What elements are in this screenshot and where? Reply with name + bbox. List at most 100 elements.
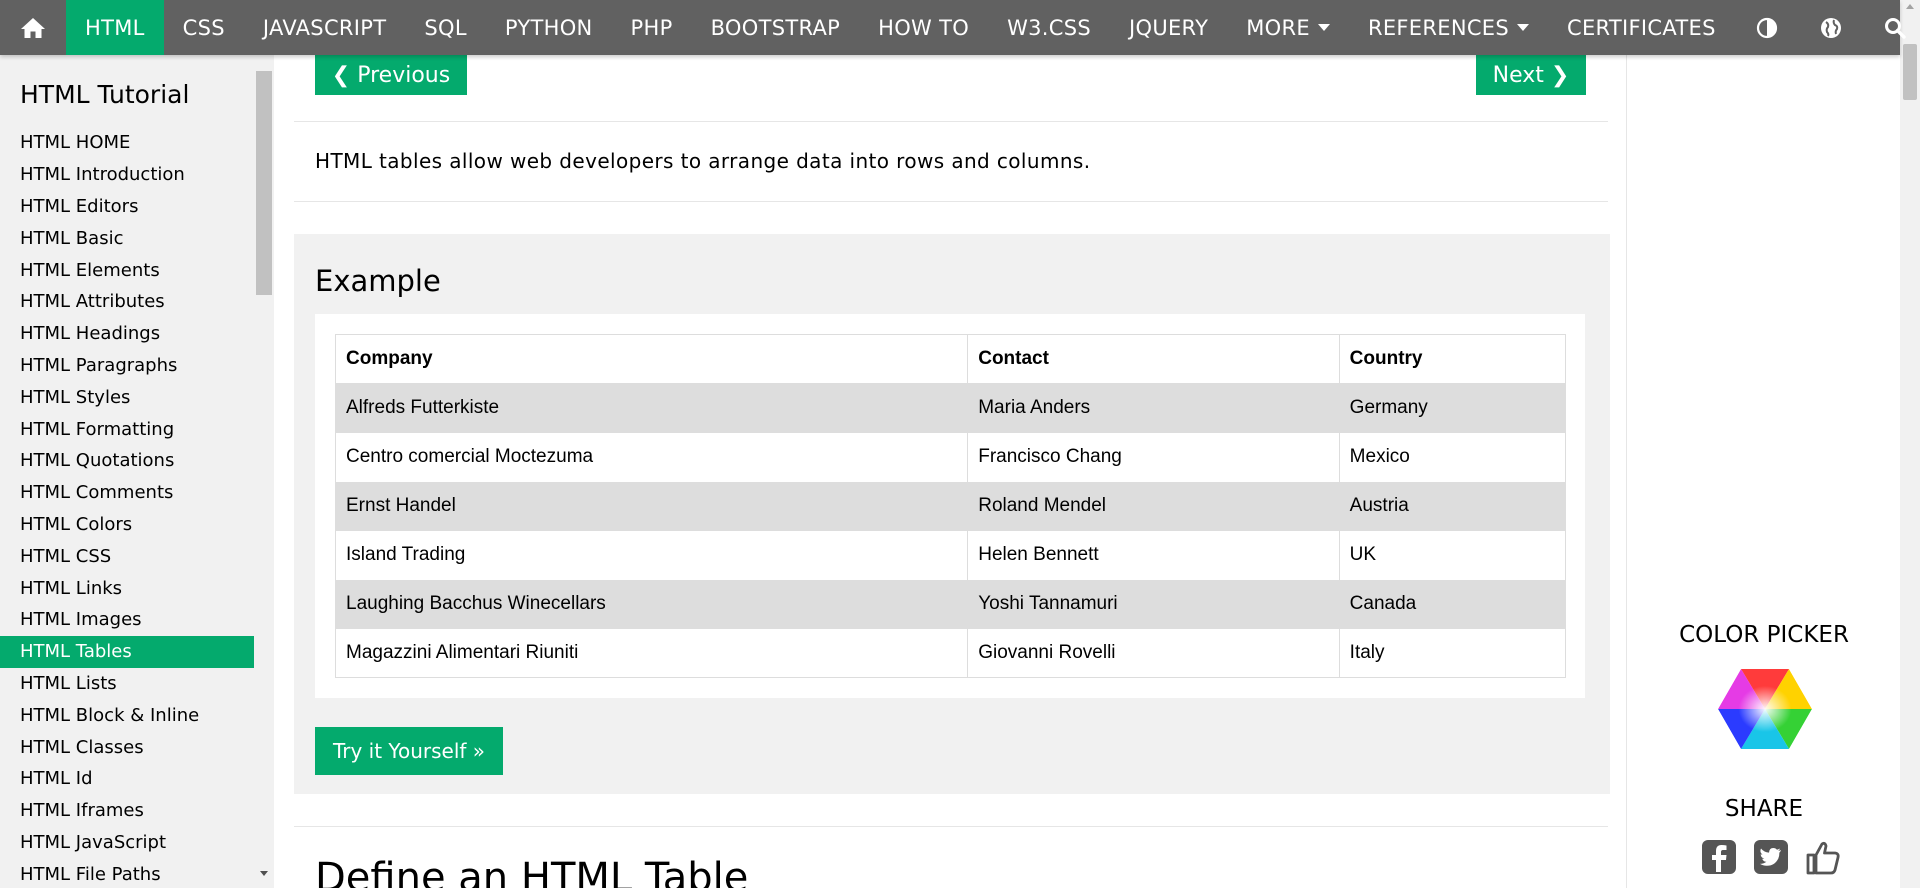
- sidebar-item-html-lists[interactable]: HTML Lists: [0, 668, 254, 700]
- nav-certificates[interactable]: CERTIFICATES: [1548, 0, 1735, 55]
- sidebar-item-html-tables[interactable]: HTML Tables: [0, 635, 254, 668]
- sidebar-item-html-elements[interactable]: HTML Elements: [0, 254, 254, 286]
- sidebar-item-html-block-inline[interactable]: HTML Block & Inline: [0, 699, 254, 731]
- table-cell: Francisco Chang: [967, 432, 1340, 482]
- sidebar-item-html-quotations[interactable]: HTML Quotations: [0, 445, 254, 477]
- nav-item-php[interactable]: PHP: [612, 0, 692, 55]
- nav-item-html[interactable]: HTML: [66, 0, 164, 55]
- table-header-cell: Company: [334, 334, 969, 384]
- sidebar-item-html-javascript[interactable]: HTML JavaScript: [0, 827, 254, 859]
- table-cell: Canada: [1338, 579, 1567, 629]
- nav-more-dropdown[interactable]: MORE: [1227, 0, 1349, 55]
- search-button[interactable]: [1863, 0, 1920, 55]
- table-cell: Magazzini Alimentari Riuniti: [334, 628, 969, 678]
- color-picker-link[interactable]: [1717, 667, 1813, 755]
- nav-more-label: MORE: [1246, 15, 1310, 40]
- intro-text: HTML tables allow web developers to arra…: [315, 149, 1091, 173]
- home-icon: [21, 17, 45, 38]
- next-button[interactable]: Next ❯: [1476, 55, 1586, 95]
- facebook-icon[interactable]: [1700, 838, 1738, 876]
- table-row: Magazzini Alimentari Riuniti Giovanni Rov…: [334, 628, 1567, 678]
- table-cell: Italy: [1338, 628, 1567, 678]
- sidebar-item-html-paragraphs[interactable]: HTML Paragraphs: [0, 350, 254, 382]
- color-wheel-icon: [1718, 669, 1812, 749]
- nav-item-jquery[interactable]: JQUERY: [1110, 0, 1227, 55]
- table-cell: Giovanni Rovelli: [967, 628, 1340, 678]
- table-row: Centro comercial Moctezuma Francisco Chan…: [334, 432, 1567, 482]
- previous-button[interactable]: ❮ Previous: [315, 55, 467, 95]
- caret-down-icon: [1317, 24, 1330, 31]
- sidebar-item-html-id[interactable]: HTML Id: [0, 763, 254, 795]
- table-cell: Island Trading: [334, 530, 969, 580]
- table-header-row: Company Contact Country: [334, 334, 1567, 384]
- search-icon: [1884, 17, 1906, 39]
- table-row: Island Trading Helen Bennett UK: [334, 530, 1567, 580]
- table-cell: Maria Anders: [967, 383, 1340, 433]
- nav-item-sql[interactable]: SQL: [405, 0, 485, 55]
- sidebar: HTML Tutorial HTML HOME HTML Introduction…: [0, 55, 274, 888]
- table-cell: Yoshi Tannamuri: [967, 579, 1340, 629]
- example-box: Example Company Contact Country Alfreds Fu…: [294, 234, 1610, 794]
- nav-item-python[interactable]: PYTHON: [486, 0, 612, 55]
- sidebar-scrollbar[interactable]: [254, 65, 274, 878]
- nav-item-how-to[interactable]: HOW TO: [859, 0, 988, 55]
- example-title: Example: [315, 264, 441, 298]
- sidebar-list: HTML HOME HTML Introduction HTML Editors HT…: [0, 127, 274, 888]
- sidebar-scrollbar-thumb[interactable]: [256, 71, 272, 295]
- example-output: Company Contact Country Alfreds Futterkist…: [315, 314, 1585, 698]
- table-cell: Germany: [1338, 383, 1567, 433]
- table-cell: Alfreds Futterkiste: [334, 383, 969, 433]
- table-cell: Ernst Handel: [334, 481, 969, 531]
- example-table: Company Contact Country Alfreds Futterkist…: [334, 334, 1567, 678]
- home-button[interactable]: [0, 0, 66, 55]
- sidebar-item-html-basic[interactable]: HTML Basic: [0, 222, 254, 254]
- try-it-yourself-button[interactable]: Try it Yourself »: [315, 727, 503, 775]
- nav-references-label: REFERENCES: [1367, 15, 1510, 40]
- nav-item-css[interactable]: CSS: [164, 0, 244, 55]
- sidebar-item-html-classes[interactable]: HTML Classes: [0, 731, 254, 763]
- main-content: ❮ Previous Next ❯ HTML tables allow web …: [294, 55, 1626, 888]
- sidebar-item-html-introduction[interactable]: HTML Introduction: [0, 159, 254, 191]
- color-picker-title: COLOR PICKER: [1679, 622, 1849, 648]
- table-row: Laughing Bacchus Winecellars Yoshi Tannam…: [334, 579, 1567, 629]
- like-icon[interactable]: [1804, 838, 1842, 876]
- sidebar-item-html-styles[interactable]: HTML Styles: [0, 381, 254, 413]
- nav-item-bootstrap[interactable]: BOOTSTRAP: [692, 0, 860, 55]
- sidebar-item-html-home[interactable]: HTML HOME: [0, 127, 254, 159]
- right-column: COLOR PICKER SHARE: [1626, 55, 1900, 888]
- divider: [294, 826, 1608, 827]
- table-cell: Centro comercial Moctezuma: [334, 432, 969, 482]
- nav-references-dropdown[interactable]: REFERENCES: [1349, 0, 1548, 55]
- sidebar-item-html-links[interactable]: HTML Links: [0, 572, 254, 604]
- page-scrollbar[interactable]: [1900, 0, 1920, 888]
- scroll-down-arrow-icon[interactable]: [260, 871, 268, 876]
- sidebar-title: HTML Tutorial: [20, 80, 190, 109]
- sidebar-item-html-iframes[interactable]: HTML Iframes: [0, 795, 254, 827]
- divider: [294, 121, 1608, 122]
- nav-item-javascript[interactable]: JAVASCRIPT: [244, 0, 406, 55]
- sidebar-item-html-editors[interactable]: HTML Editors: [0, 191, 254, 223]
- table-cell: UK: [1338, 530, 1567, 580]
- section-heading: Define an HTML Table: [315, 855, 749, 888]
- sidebar-item-html-headings[interactable]: HTML Headings: [0, 318, 254, 350]
- sidebar-item-html-images[interactable]: HTML Images: [0, 604, 254, 636]
- nav-item-w3-css[interactable]: W3.CSS: [988, 0, 1110, 55]
- table-cell: Roland Mendel: [967, 481, 1340, 531]
- divider: [294, 201, 1608, 202]
- caret-down-icon: [1517, 24, 1530, 31]
- contrast-toggle-button[interactable]: [1735, 0, 1799, 55]
- table-cell: Austria: [1338, 481, 1567, 531]
- sidebar-item-html-attributes[interactable]: HTML Attributes: [0, 286, 254, 318]
- top-navigation: HTML CSS JAVASCRIPT SQL PYTHON PHP BOOTSTRAP HO…: [0, 0, 1906, 55]
- sidebar-item-html-formatting[interactable]: HTML Formatting: [0, 413, 254, 445]
- sidebar-item-html-file-paths[interactable]: HTML File Paths: [0, 858, 254, 888]
- twitter-icon[interactable]: [1752, 838, 1790, 876]
- language-button[interactable]: [1799, 0, 1863, 55]
- sidebar-item-html-css[interactable]: HTML CSS: [0, 540, 254, 572]
- globe-icon: [1820, 17, 1841, 38]
- share-title: SHARE: [1724, 796, 1804, 822]
- sidebar-item-html-colors[interactable]: HTML Colors: [0, 509, 254, 541]
- table-cell: Laughing Bacchus Winecellars: [334, 579, 969, 629]
- sidebar-item-html-comments[interactable]: HTML Comments: [0, 477, 254, 509]
- table-row: Alfreds Futterkiste Maria Anders Germany: [334, 383, 1567, 433]
